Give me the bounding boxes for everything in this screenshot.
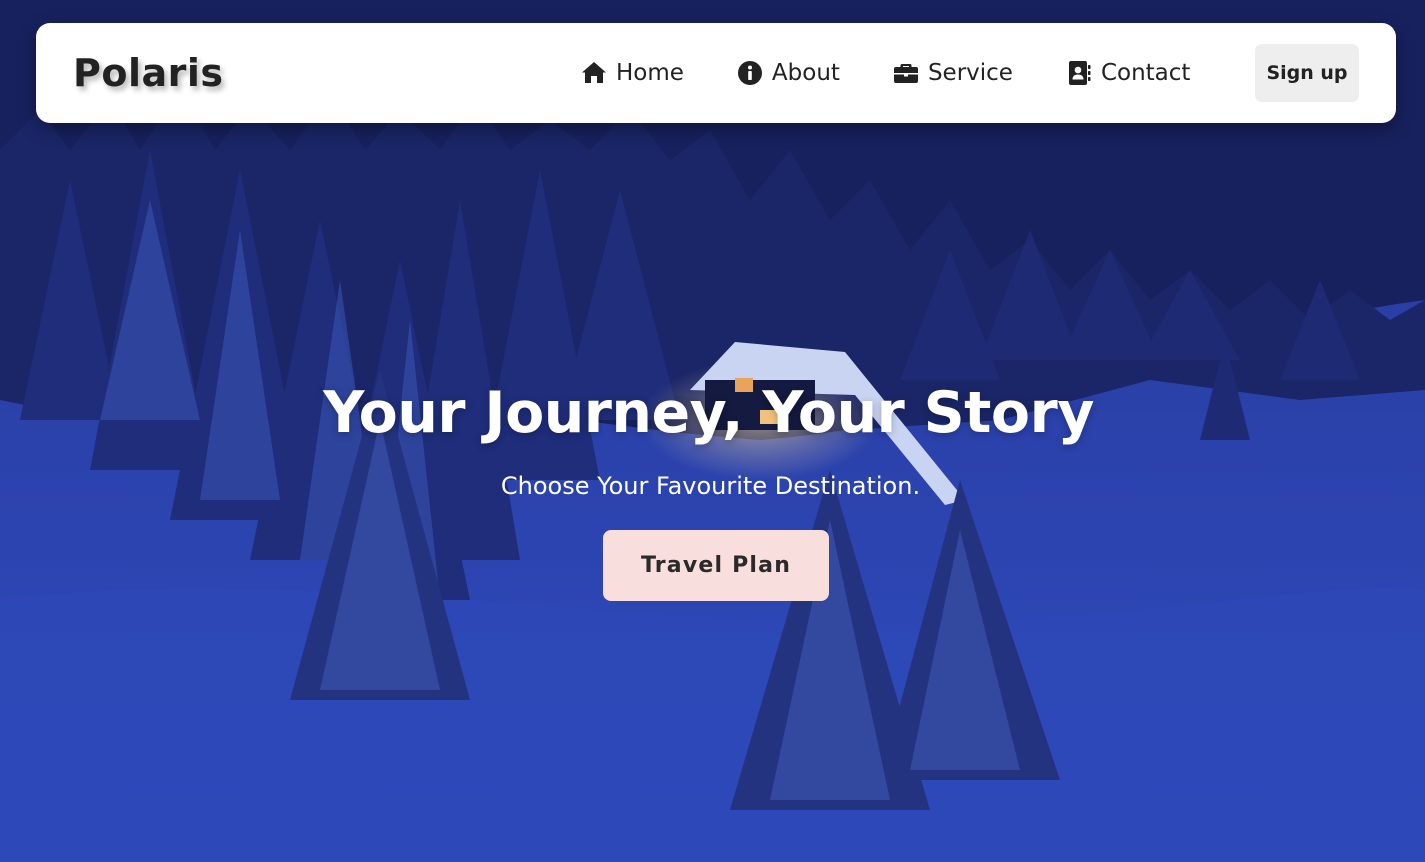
nav-item-label: About [771, 60, 840, 86]
home-icon [582, 62, 606, 83]
hero-subtitle: Choose Your Favourite Destination. [500, 472, 921, 500]
nav-item-about[interactable]: About [737, 60, 840, 86]
hero-title: Your Journey, Your Story [323, 380, 1094, 446]
navbar: Polaris Home About Service Contact Sign … [36, 23, 1396, 123]
address-book-icon [1068, 61, 1091, 85]
hero-section: Polaris Home About Service Contact Sign … [0, 0, 1425, 862]
nav-item-contact[interactable]: Contact [1066, 60, 1190, 86]
info-circle-icon [737, 61, 762, 85]
brand-logo[interactable]: Polaris [73, 47, 224, 99]
nav-item-label: Service [927, 60, 1013, 86]
travel-plan-button[interactable]: Travel Plan [603, 530, 829, 601]
nav-item-service[interactable]: Service [893, 60, 1013, 86]
nav-item-label: Home [616, 60, 684, 86]
nav-item-home[interactable]: Home [581, 60, 684, 86]
signup-button[interactable]: Sign up [1255, 44, 1359, 102]
nav-links: Home About Service Contact [581, 23, 1243, 123]
briefcase-icon [893, 64, 918, 83]
nav-item-label: Contact [1100, 60, 1191, 86]
